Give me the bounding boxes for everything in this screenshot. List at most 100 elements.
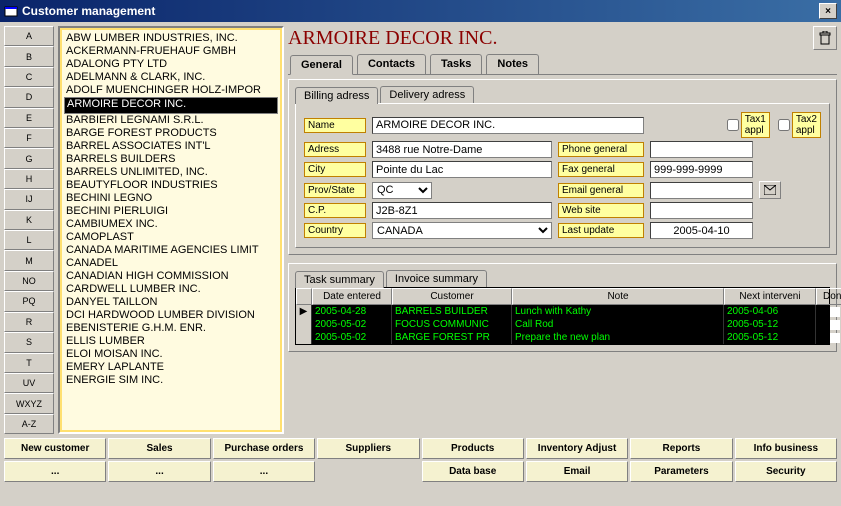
btn-security[interactable]: Security bbox=[735, 461, 837, 482]
list-item[interactable]: ELLIS LUMBER bbox=[64, 335, 278, 348]
fax-input[interactable] bbox=[650, 161, 753, 178]
alpha-uv[interactable]: UV bbox=[4, 373, 54, 393]
list-item[interactable]: CANADA MARITIME AGENCIES LIMIT bbox=[64, 244, 278, 257]
btn-products[interactable]: Products bbox=[422, 438, 524, 459]
close-button[interactable]: × bbox=[819, 3, 837, 19]
alpha-wxyz[interactable]: WXYZ bbox=[4, 393, 54, 413]
subtab-billing-adress[interactable]: Billing adress bbox=[295, 87, 378, 104]
alpha-a[interactable]: A bbox=[4, 26, 54, 46]
last-update-input[interactable] bbox=[650, 222, 753, 239]
delete-button[interactable] bbox=[813, 26, 837, 50]
email-picker-button[interactable] bbox=[759, 181, 781, 199]
btn-info-business[interactable]: Info business bbox=[735, 438, 837, 459]
btn-suppliers[interactable]: Suppliers bbox=[317, 438, 419, 459]
btn-inventory-adjust[interactable]: Inventory Adjust bbox=[526, 438, 628, 459]
summary-tab-task-summary[interactable]: Task summary bbox=[295, 271, 384, 288]
btn-[interactable]: ... bbox=[4, 461, 106, 482]
list-item[interactable]: ADALONG PTY LTD bbox=[64, 58, 278, 71]
column-header[interactable]: Date entered bbox=[312, 288, 392, 305]
btn-email[interactable]: Email bbox=[526, 461, 628, 482]
alpha-t[interactable]: T bbox=[4, 353, 54, 373]
alpha-a-z[interactable]: A-Z bbox=[4, 414, 54, 434]
list-item[interactable]: BECHINI PIERLUIGI bbox=[64, 205, 278, 218]
tax1-checkbox[interactable]: Tax1 appl bbox=[727, 112, 770, 138]
subtab-delivery-adress[interactable]: Delivery adress bbox=[380, 86, 474, 103]
alpha-h[interactable]: H bbox=[4, 169, 54, 189]
alpha-b[interactable]: B bbox=[4, 46, 54, 66]
list-item[interactable]: CAMOPLAST bbox=[64, 231, 278, 244]
summary-tab-invoice-summary[interactable]: Invoice summary bbox=[386, 270, 487, 287]
customer-list[interactable]: ABW LUMBER INDUSTRIES, INC.ACKERMANN-FRU… bbox=[60, 28, 282, 432]
table-row[interactable]: ▶2005-04-28BARRELS BUILDERLunch with Kat… bbox=[296, 305, 829, 318]
list-item[interactable]: ADELMANN & CLARK, INC. bbox=[64, 71, 278, 84]
provstate-select[interactable]: QC bbox=[372, 182, 432, 199]
btn-[interactable]: ... bbox=[213, 461, 315, 482]
alpha-no[interactable]: NO bbox=[4, 271, 54, 291]
btn-parameters[interactable]: Parameters bbox=[630, 461, 732, 482]
cell-done[interactable] bbox=[816, 318, 841, 331]
list-item[interactable]: CAMBIUMEX INC. bbox=[64, 218, 278, 231]
list-item[interactable]: ADOLF MUENCHINGER HOLZ-IMPOR bbox=[64, 84, 278, 97]
list-item[interactable]: CANADIAN HIGH COMMISSION bbox=[64, 270, 278, 283]
list-item[interactable]: ENERGIE SIM INC. bbox=[64, 374, 278, 387]
table-row[interactable]: 2005-05-02BARGE FOREST PRPrepare the new… bbox=[296, 331, 829, 344]
column-header[interactable]: Note bbox=[512, 288, 724, 305]
alpha-pq[interactable]: PQ bbox=[4, 291, 54, 311]
btn-[interactable]: ... bbox=[108, 461, 210, 482]
tax2-checkbox[interactable]: Tax2 appl bbox=[778, 112, 821, 138]
column-header[interactable]: Customer bbox=[392, 288, 512, 305]
list-item[interactable]: DCI HARDWOOD LUMBER DIVISION bbox=[64, 309, 278, 322]
alpha-d[interactable]: D bbox=[4, 87, 54, 107]
btn-purchase-orders[interactable]: Purchase orders bbox=[213, 438, 315, 459]
column-header[interactable] bbox=[296, 288, 312, 305]
alpha-f[interactable]: F bbox=[4, 128, 54, 148]
alpha-r[interactable]: R bbox=[4, 312, 54, 332]
email-input[interactable] bbox=[650, 182, 753, 199]
btn-new-customer[interactable]: New customer bbox=[4, 438, 106, 459]
tab-contacts[interactable]: Contacts bbox=[357, 54, 426, 74]
list-item[interactable]: ELOI MOISAN INC. bbox=[64, 348, 278, 361]
list-item[interactable]: BECHINI LEGNO bbox=[64, 192, 278, 205]
list-item[interactable]: ACKERMANN-FRUEHAUF GMBH bbox=[64, 45, 278, 58]
label-phone: Phone general bbox=[558, 142, 644, 157]
list-item[interactable]: ABW LUMBER INDUSTRIES, INC. bbox=[64, 32, 278, 45]
list-item[interactable]: BARBIERI LEGNAMI S.R.L. bbox=[64, 114, 278, 127]
name-input[interactable] bbox=[372, 117, 644, 134]
list-item[interactable]: BARGE FOREST PRODUCTS bbox=[64, 127, 278, 140]
btn-sales[interactable]: Sales bbox=[108, 438, 210, 459]
cell-done[interactable] bbox=[816, 305, 841, 318]
alpha-l[interactable]: L bbox=[4, 230, 54, 250]
tab-tasks[interactable]: Tasks bbox=[430, 54, 482, 74]
list-item[interactable]: EMERY LAPLANTE bbox=[64, 361, 278, 374]
phone-input[interactable] bbox=[650, 141, 753, 158]
country-select[interactable]: CANADA bbox=[372, 222, 552, 239]
alpha-m[interactable]: M bbox=[4, 250, 54, 270]
list-item[interactable]: CANADEL bbox=[64, 257, 278, 270]
web-input[interactable] bbox=[650, 202, 753, 219]
tab-notes[interactable]: Notes bbox=[486, 54, 539, 74]
alpha-k[interactable]: K bbox=[4, 210, 54, 230]
column-header[interactable]: Next interveni bbox=[724, 288, 816, 305]
list-item[interactable]: CARDWELL LUMBER INC. bbox=[64, 283, 278, 296]
list-item[interactable]: BARRELS BUILDERS bbox=[64, 153, 278, 166]
btn-data-base[interactable]: Data base bbox=[422, 461, 524, 482]
list-item[interactable]: DANYEL TAILLON bbox=[64, 296, 278, 309]
list-item[interactable]: BARRELS UNLIMITED, INC. bbox=[64, 166, 278, 179]
alpha-g[interactable]: G bbox=[4, 148, 54, 168]
adress-input[interactable] bbox=[372, 141, 552, 158]
list-item[interactable]: BEAUTYFLOOR INDUSTRIES bbox=[64, 179, 278, 192]
city-input[interactable] bbox=[372, 161, 552, 178]
tab-general[interactable]: General bbox=[290, 55, 353, 75]
alpha-ij[interactable]: IJ bbox=[4, 189, 54, 209]
alpha-e[interactable]: E bbox=[4, 108, 54, 128]
table-row[interactable]: 2005-05-02FOCUS COMMUNICCall Rod2005-05-… bbox=[296, 318, 829, 331]
cp-input[interactable] bbox=[372, 202, 552, 219]
alpha-s[interactable]: S bbox=[4, 332, 54, 352]
cell-done[interactable] bbox=[816, 331, 841, 344]
btn-reports[interactable]: Reports bbox=[630, 438, 732, 459]
list-item[interactable]: BARREL ASSOCIATES INT'L bbox=[64, 140, 278, 153]
column-header[interactable]: Done bbox=[816, 288, 841, 305]
list-item[interactable]: EBENISTERIE G.H.M. ENR. bbox=[64, 322, 278, 335]
list-item[interactable]: ARMOIRE DECOR INC. bbox=[64, 97, 278, 114]
alpha-c[interactable]: C bbox=[4, 67, 54, 87]
